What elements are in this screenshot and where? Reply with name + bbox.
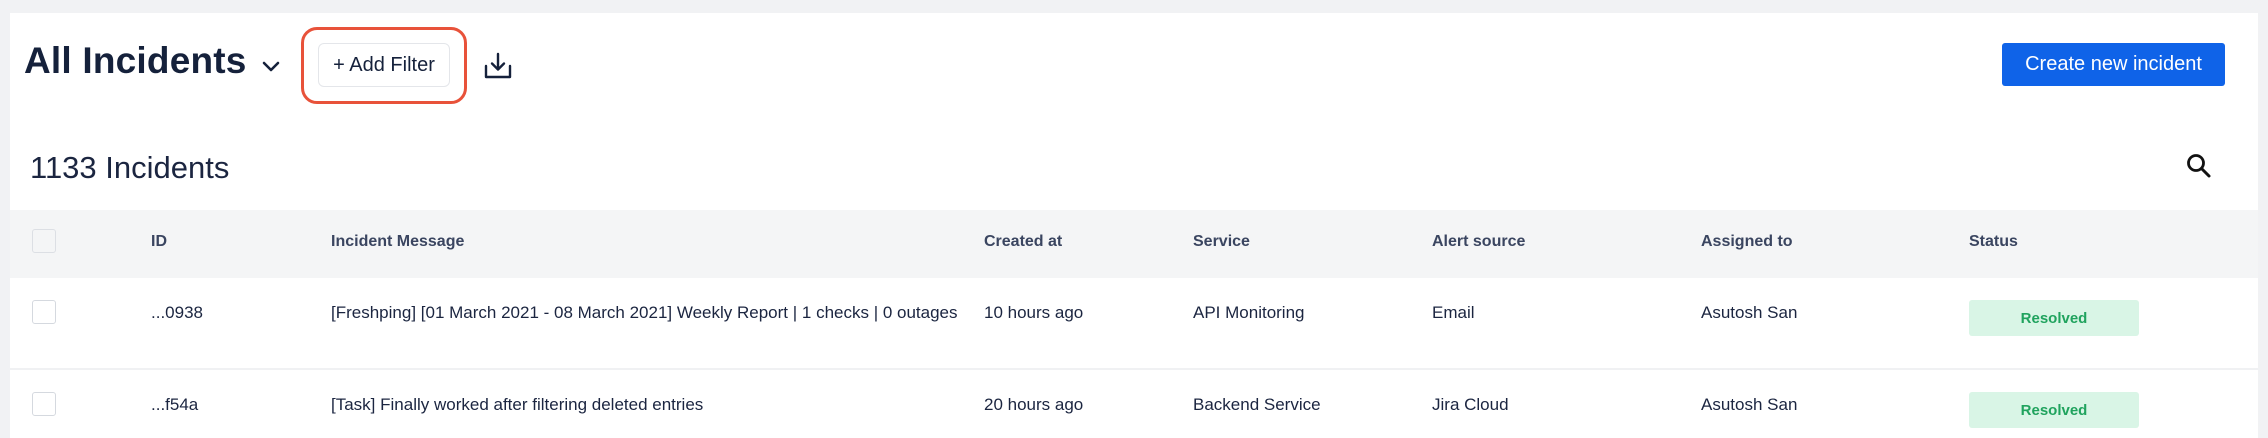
title-group[interactable]: All Incidents [24, 40, 281, 82]
status-badge: Resolved [1969, 300, 2139, 336]
create-incident-button[interactable]: Create new incident [2002, 43, 2225, 86]
incident-assignee: Asutosh San [1701, 303, 1798, 322]
status-badge: Resolved [1969, 392, 2139, 428]
column-header-id[interactable]: ID [151, 233, 167, 251]
incident-assignee: Asutosh San [1701, 395, 1798, 414]
incident-id[interactable]: ...0938 [151, 303, 203, 323]
incident-count: 1133 Incidents [30, 150, 230, 185]
add-filter-button[interactable]: + Add Filter [318, 43, 450, 87]
column-header-assigned-to[interactable]: Assigned to [1701, 233, 1793, 251]
chevron-down-icon[interactable] [261, 60, 281, 74]
incident-message[interactable]: [Freshping] [01 March 2021 - 08 March 20… [331, 303, 958, 323]
row-divider [10, 368, 2258, 370]
page-title: All Incidents [24, 40, 247, 81]
incident-message[interactable]: [Task] Finally worked after filtering de… [331, 395, 703, 415]
column-header-status[interactable]: Status [1969, 233, 2018, 251]
incident-alert-source: Jira Cloud [1432, 395, 1509, 414]
column-header-message[interactable]: Incident Message [331, 233, 464, 251]
download-icon[interactable] [482, 50, 514, 82]
column-header-created-at[interactable]: Created at [984, 233, 1062, 251]
incident-created-at: 10 hours ago [984, 303, 1084, 322]
column-header-alert-source[interactable]: Alert source [1432, 233, 1525, 251]
incident-id[interactable]: ...f54a [151, 395, 198, 415]
incident-service: API Monitoring [1193, 303, 1305, 322]
search-icon[interactable] [2184, 151, 2214, 181]
incident-alert-source: Email [1432, 303, 1475, 322]
row-checkbox[interactable] [32, 300, 56, 324]
incident-service: Backend Service [1193, 395, 1321, 414]
row-checkbox[interactable] [32, 392, 56, 416]
incident-created-at: 20 hours ago [984, 395, 1084, 414]
column-header-service[interactable]: Service [1193, 233, 1250, 251]
select-all-checkbox[interactable] [32, 229, 56, 253]
